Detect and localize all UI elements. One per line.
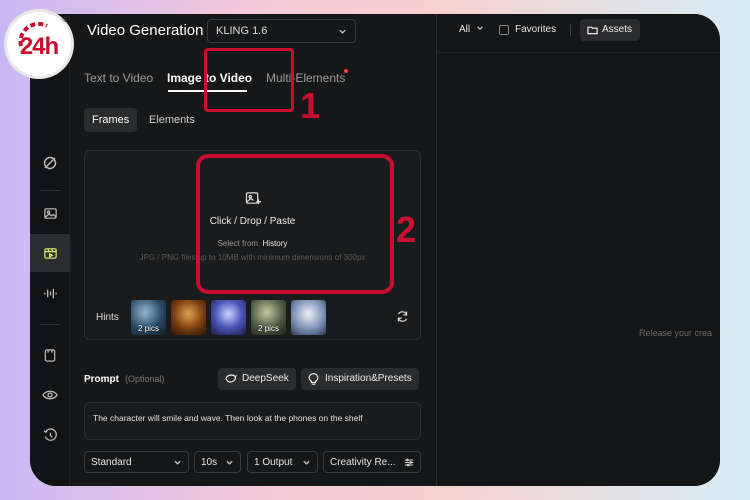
chevron-down-icon [226, 460, 233, 465]
video-icon[interactable] [30, 234, 70, 272]
sidebar-rail [30, 14, 70, 486]
refresh-icon[interactable] [396, 310, 409, 323]
folder-icon [587, 26, 598, 35]
subtab-elements[interactable]: Elements [141, 108, 203, 132]
model-select[interactable]: KLING 1.6 [207, 19, 356, 43]
inspiration-presets-label: Inspiration&Presets [325, 373, 412, 384]
subtab-frames[interactable]: Frames [84, 108, 138, 132]
assets-label: Assets [602, 24, 633, 35]
logo-registered: ® [62, 14, 69, 24]
character-icon[interactable] [30, 336, 70, 374]
duration-select[interactable]: 10s [194, 451, 241, 473]
prompt-textarea[interactable]: The character will smile and wave. Then … [84, 402, 421, 440]
mode-value: Standard [91, 457, 132, 468]
thumbnail-caption: 2 pics [258, 324, 279, 333]
history-icon[interactable] [30, 416, 70, 454]
inspiration-presets-button[interactable]: Inspiration&Presets [301, 368, 419, 390]
mode-select[interactable]: Standard [84, 451, 189, 473]
new-badge-dot [344, 69, 348, 73]
image-icon[interactable] [30, 194, 70, 232]
generation-panel: Video Generation KLING 1.6 Text to Video… [70, 14, 436, 486]
hint-thumbnail[interactable]: 2 pics [131, 300, 166, 335]
deepseek-button[interactable]: DeepSeek [218, 368, 296, 390]
filter-all-dropdown[interactable]: All [459, 24, 484, 35]
explore-icon[interactable] [30, 144, 70, 182]
chevron-down-icon [477, 26, 483, 30]
output-count-value: 1 Output [254, 457, 293, 468]
highlight-box-1 [204, 48, 294, 112]
step-number-1: 1 [300, 85, 321, 126]
creativity-settings-select[interactable]: Creativity Re... [323, 451, 421, 473]
deepseek-icon [225, 374, 237, 383]
favorites-checkbox[interactable] [499, 25, 509, 35]
app-window: Video Generation KLING 1.6 Text to Video… [30, 14, 720, 486]
hint-thumbnail[interactable] [171, 300, 206, 335]
highlight-box-2 [196, 154, 394, 294]
assets-button[interactable]: Assets [580, 19, 641, 41]
prompt-optional-label: (Optional) [125, 374, 165, 384]
prompt-label: Prompt [84, 374, 119, 385]
lightbulb-icon [308, 373, 319, 385]
divider [437, 52, 720, 53]
hint-thumbnail[interactable] [291, 300, 326, 335]
results-panel: All Favorites Assets Release your crea [436, 14, 720, 486]
prompt-text: The character will smile and wave. Then … [93, 413, 363, 423]
creativity-value: Creativity Re... [330, 457, 396, 468]
favorites-label: Favorites [515, 24, 557, 35]
hints-label: Hints [96, 312, 119, 323]
deepseek-label: DeepSeek [242, 373, 289, 384]
empty-state-text: Release your crea [639, 328, 713, 338]
chevron-down-icon [174, 460, 181, 465]
hint-thumbnail[interactable] [211, 300, 246, 335]
hint-thumbnail[interactable]: 2 pics [251, 300, 286, 335]
eye-icon[interactable] [30, 376, 70, 414]
chevron-down-icon [339, 29, 346, 34]
chevron-down-icon [303, 460, 310, 465]
model-select-value: KLING 1.6 [216, 25, 268, 37]
step-number-2: 2 [396, 209, 417, 250]
audio-icon[interactable] [30, 274, 70, 312]
hints-row: Hints 2 pics 2 pics [84, 300, 421, 340]
page-title: Video Generation [87, 22, 204, 39]
thumbnail-caption: 2 pics [138, 324, 159, 333]
duration-value: 10s [201, 457, 218, 468]
divider [570, 24, 571, 36]
tab-text-to-video[interactable]: Text to Video [84, 71, 153, 85]
filter-all-label: All [459, 24, 471, 35]
output-count-select[interactable]: 1 Output [247, 451, 318, 473]
site-logo: 24h ® [7, 12, 71, 76]
sliders-icon [404, 458, 414, 467]
